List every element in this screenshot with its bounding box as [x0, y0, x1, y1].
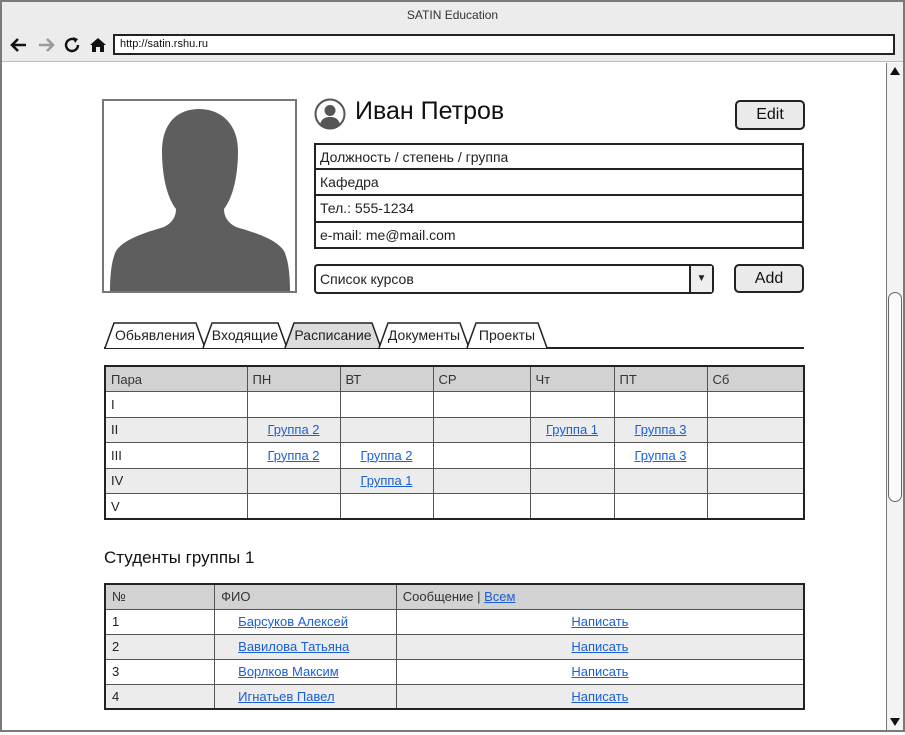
- student-name-link[interactable]: Игнатьев Павел: [238, 689, 334, 704]
- schedule-row: V: [104, 493, 805, 520]
- student-number: 2: [104, 633, 216, 660]
- group-link[interactable]: Группа 2: [267, 448, 319, 463]
- user-avatar-icon: [314, 98, 346, 130]
- window-title: SATIN Education: [2, 2, 903, 30]
- student-row: 1 Барсуков Алексей Написать: [104, 608, 805, 635]
- schedule-header: ВТ: [339, 365, 434, 392]
- edit-button[interactable]: Edit: [735, 100, 805, 130]
- student-name-link[interactable]: Барсуков Алексей: [238, 614, 348, 629]
- students-table: № ФИО Сообщение | Всем 1 Барсуков Алексе…: [104, 583, 805, 710]
- schedule-table: Пара ПН ВТ СР Чт ПТ Сб I II Группа 2 Гру…: [104, 365, 805, 520]
- write-message-link[interactable]: Написать: [571, 639, 628, 654]
- student-number: 3: [104, 658, 216, 685]
- pair-label: II: [104, 416, 248, 443]
- scroll-down-arrow-icon[interactable]: [887, 714, 903, 730]
- group-link[interactable]: Группа 3: [634, 422, 686, 437]
- schedule-row: I: [104, 391, 805, 418]
- course-select-value: Список курсов: [320, 271, 414, 287]
- tab-inbox[interactable]: Входящие: [202, 322, 288, 348]
- group-link[interactable]: Группа 1: [546, 422, 598, 437]
- student-row: 2 Вавилова Татьяна Написать: [104, 633, 805, 660]
- profile-photo-placeholder: [102, 99, 297, 293]
- schedule-header: ПТ: [613, 365, 708, 392]
- vertical-scrollbar[interactable]: [886, 63, 903, 730]
- students-header-row: № ФИО Сообщение | Всем: [104, 583, 805, 610]
- scroll-up-arrow-icon[interactable]: [887, 63, 903, 79]
- tab-schedule[interactable]: Расписание: [284, 322, 382, 348]
- write-message-link[interactable]: Написать: [571, 664, 628, 679]
- student-name-link[interactable]: Вавилова Татьяна: [238, 639, 349, 654]
- schedule-row: III Группа 2 Группа 2 Группа 3: [104, 442, 805, 469]
- schedule-header: Сб: [706, 365, 805, 392]
- add-course-button[interactable]: Add: [734, 264, 804, 293]
- tab-projects[interactable]: Проекты: [466, 322, 548, 348]
- phone-field: Тел.: 555-1234: [314, 196, 804, 223]
- schedule-header: Пара: [104, 365, 248, 392]
- url-input[interactable]: http://satin.rshu.ru: [113, 34, 895, 55]
- home-icon[interactable]: [87, 34, 109, 56]
- student-number: 1: [104, 608, 216, 635]
- pair-label: III: [104, 442, 248, 469]
- group-link[interactable]: Группа 3: [634, 448, 686, 463]
- position-field: Должность / степень / группа: [314, 143, 804, 170]
- tab-bar: Обьявления Входящие Расписание Документы…: [104, 319, 804, 349]
- browser-window: SATIN Education http://satin.rshu.ru Ива…: [0, 0, 905, 732]
- tab-documents[interactable]: Документы: [378, 322, 470, 348]
- group-link[interactable]: Группа 1: [360, 473, 412, 488]
- pair-label: IV: [104, 467, 248, 494]
- chevron-down-icon[interactable]: ▼: [689, 266, 712, 292]
- course-select[interactable]: Список курсов ▼: [314, 264, 714, 294]
- email-field: e-mail: me@mail.com: [314, 222, 804, 249]
- pair-label: V: [104, 493, 248, 520]
- message-header-label: Сообщение |: [402, 589, 481, 605]
- profile-info: Должность / степень / группа Кафедра Тел…: [314, 143, 804, 249]
- browser-toolbar: http://satin.rshu.ru: [2, 30, 903, 62]
- schedule-header: ПН: [246, 365, 341, 392]
- back-arrow-icon[interactable]: [8, 34, 30, 56]
- number-header: №: [104, 583, 216, 610]
- department-field: Кафедра: [314, 169, 804, 196]
- write-message-link[interactable]: Написать: [571, 614, 628, 629]
- page-content: Иван Петров Edit Должность / степень / г…: [2, 63, 886, 730]
- student-number: 4: [104, 683, 216, 710]
- refresh-icon[interactable]: [61, 34, 83, 56]
- schedule-row: IV Группа 1: [104, 467, 805, 494]
- pair-label: I: [104, 391, 248, 418]
- student-name-link[interactable]: Ворлков Максим: [238, 664, 339, 679]
- group-link[interactable]: Группа 2: [267, 422, 319, 437]
- forward-arrow-icon[interactable]: [35, 34, 57, 56]
- user-name: Иван Петров: [355, 97, 505, 125]
- schedule-header: Чт: [529, 365, 615, 392]
- tab-announcements[interactable]: Обьявления: [104, 322, 206, 348]
- student-row: 3 Ворлков Максим Написать: [104, 658, 805, 685]
- message-header: Сообщение | Всем: [395, 583, 805, 610]
- write-message-link[interactable]: Написать: [571, 689, 628, 704]
- students-section-title: Студенты группы 1: [104, 548, 255, 567]
- student-row: 4 Игнатьев Павел Написать: [104, 683, 805, 710]
- message-all-link[interactable]: Всем: [484, 589, 515, 604]
- schedule-header: СР: [432, 365, 531, 392]
- scroll-thumb[interactable]: [888, 292, 902, 502]
- fio-header: ФИО: [214, 583, 397, 610]
- schedule-header-row: Пара ПН ВТ СР Чт ПТ Сб: [104, 365, 805, 392]
- group-link[interactable]: Группа 2: [360, 448, 412, 463]
- schedule-row: II Группа 2 Группа 1 Группа 3: [104, 416, 805, 443]
